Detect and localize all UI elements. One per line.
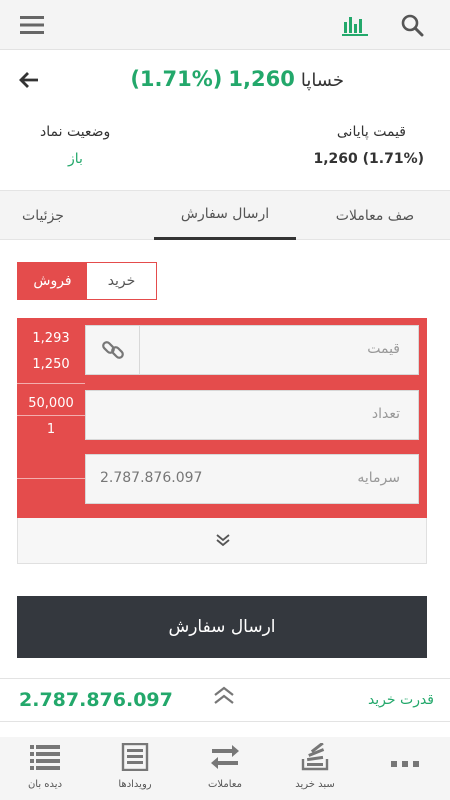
bar-chart-icon[interactable] bbox=[342, 14, 368, 36]
link-button[interactable] bbox=[86, 326, 140, 374]
capital-field[interactable]: 2.787.876.097 سرمایه bbox=[85, 454, 419, 504]
status-value: باز bbox=[68, 151, 83, 167]
expand-more-button[interactable] bbox=[17, 518, 427, 564]
symbol-price: 1,260 bbox=[228, 67, 295, 91]
buying-power-bar: 2.787.876.097 قدرت خرید bbox=[0, 678, 450, 722]
news-icon bbox=[121, 743, 149, 771]
quantity-min[interactable]: 1 bbox=[17, 422, 85, 437]
menu-icon[interactable] bbox=[20, 15, 44, 35]
submit-order-button[interactable]: ارسال سفارش bbox=[17, 596, 427, 658]
tab-bar: صف معاملات ارسال سفارش جزئیات bbox=[0, 190, 450, 240]
symbol-title: خساپا 1,260 (1.71%) bbox=[130, 67, 344, 91]
nav-label: سبد خرید bbox=[295, 779, 335, 790]
list-icon bbox=[30, 745, 60, 770]
buy-button[interactable]: خرید bbox=[87, 263, 156, 299]
nav-label: رویدادها bbox=[118, 779, 152, 790]
symbol-info: قیمت پایانی 1,260 (1.71%) وضعیت نماد باز bbox=[0, 122, 450, 182]
top-bar bbox=[0, 0, 450, 50]
divider bbox=[17, 415, 85, 416]
capital-value: 2.787.876.097 bbox=[100, 470, 203, 486]
chevron-up-double-icon[interactable] bbox=[213, 686, 235, 706]
status-label: وضعیت نماد bbox=[40, 124, 111, 140]
tab-details[interactable]: جزئیات bbox=[0, 191, 86, 240]
nav-item-watchlist[interactable]: دیده بان bbox=[0, 737, 90, 800]
tab-order-queue[interactable]: صف معاملات bbox=[300, 191, 450, 240]
nav-label: معاملات bbox=[208, 779, 242, 790]
buying-power-label: قدرت خرید bbox=[367, 692, 434, 708]
nav-label: دیده بان bbox=[27, 779, 63, 790]
symbol-name: خساپا bbox=[300, 70, 344, 91]
nav-item-basket[interactable]: سبد خرید bbox=[270, 737, 360, 800]
price-min[interactable]: 1,250 bbox=[17, 357, 85, 372]
final-price-value: 1,260 (1.71%) bbox=[313, 151, 424, 167]
quantity-field[interactable]: تعداد bbox=[85, 390, 419, 440]
quantity-placeholder: تعداد bbox=[371, 406, 400, 422]
nav-item-events[interactable]: رویدادها bbox=[90, 737, 180, 800]
capital-placeholder: سرمایه bbox=[357, 470, 400, 486]
divider bbox=[17, 383, 85, 384]
symbol-change: (1.71%) bbox=[130, 67, 223, 91]
final-price-label: قیمت پایانی bbox=[336, 124, 406, 140]
stack-icon bbox=[301, 743, 329, 771]
price-placeholder: قیمت bbox=[367, 341, 400, 357]
tab-send-order[interactable]: ارسال سفارش bbox=[154, 191, 296, 240]
divider bbox=[17, 478, 85, 479]
sell-button[interactable]: فروش bbox=[18, 263, 87, 299]
symbol-header: خساپا 1,260 (1.71%) bbox=[0, 50, 450, 110]
more-icon bbox=[391, 761, 419, 767]
order-form: 1,293 1,250 50,000 1 قیمت تعداد 2.787.87… bbox=[17, 318, 427, 518]
link-icon bbox=[102, 341, 124, 359]
search-icon[interactable] bbox=[400, 13, 424, 37]
side-toggle: فروش خرید bbox=[17, 262, 157, 300]
swap-icon bbox=[211, 745, 239, 769]
buying-power-amount: 2.787.876.097 bbox=[19, 689, 173, 711]
bottom-nav: دیده بان رویدادها معاملات سبد خرید bbox=[0, 737, 450, 800]
quantity-max[interactable]: 50,000 bbox=[17, 396, 85, 411]
back-arrow-icon[interactable] bbox=[18, 70, 40, 90]
nav-item-more[interactable] bbox=[360, 737, 450, 800]
nav-item-trades[interactable]: معاملات bbox=[180, 737, 270, 800]
chevron-down-double-icon bbox=[216, 534, 230, 546]
price-field[interactable]: قیمت bbox=[85, 325, 419, 375]
price-max[interactable]: 1,293 bbox=[17, 331, 85, 346]
